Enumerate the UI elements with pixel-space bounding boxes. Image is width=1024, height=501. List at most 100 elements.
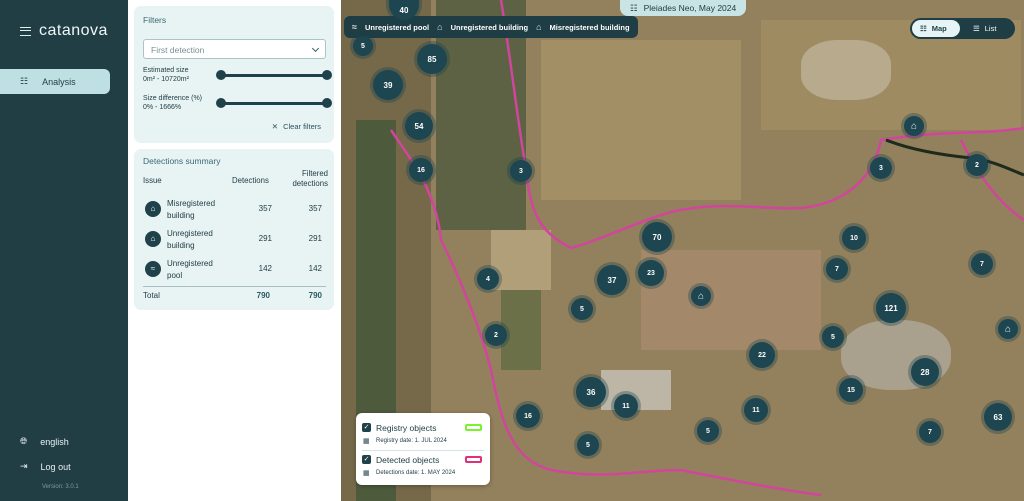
cluster-marker[interactable]: 5 — [353, 36, 373, 56]
total-label: Total — [143, 291, 160, 300]
globe-icon: 🌐︎ — [20, 436, 28, 446]
table-row[interactable]: ⌂ Unregistered building 291 291 — [143, 225, 326, 255]
cluster-marker[interactable]: 5 — [571, 298, 593, 320]
cluster-marker[interactable]: 7 — [826, 258, 848, 280]
map-view-label: Map — [931, 24, 947, 33]
view-toggle: ☷ Map ☰ List — [910, 18, 1015, 39]
cluster-marker[interactable]: 7 — [919, 421, 941, 443]
detected-label: Detected objects — [376, 455, 440, 465]
row-filtered: 357 — [308, 204, 322, 213]
cluster-marker[interactable]: 5 — [577, 434, 599, 456]
building-marker-icon[interactable]: ⌂ — [998, 319, 1018, 339]
cluster-marker[interactable]: 16 — [409, 158, 433, 182]
list-icon: ☰ — [973, 24, 980, 33]
menu-icon[interactable] — [20, 26, 31, 36]
cluster-marker[interactable]: 2 — [485, 324, 507, 346]
cluster-marker[interactable]: 2 — [966, 154, 988, 176]
legend-unregistered-building: Unregistered building — [450, 22, 529, 32]
calendar-icon: ▦ — [363, 470, 370, 477]
cluster-marker[interactable]: 54 — [405, 112, 433, 140]
language-label: english — [40, 436, 69, 447]
cluster-marker[interactable]: 5 — [697, 420, 719, 442]
imagery-source-pill: ☷ Pleiades Neo, May 2024 — [620, 0, 747, 16]
cluster-marker[interactable]: 4 — [477, 268, 499, 290]
col-filtered: Filtered detections — [292, 169, 328, 188]
col-detections: Detections — [232, 176, 269, 185]
brand: catanova — [20, 22, 108, 40]
cluster-marker[interactable]: 121 — [876, 293, 906, 323]
clear-filters-button[interactable]: ✕ Clear filters — [272, 122, 321, 131]
diff-slider-max-handle[interactable] — [322, 98, 332, 108]
row-detections: 357 — [258, 204, 272, 213]
row-detections: 142 — [258, 264, 272, 273]
cluster-marker[interactable]: 15 — [839, 378, 863, 402]
detection-select[interactable]: First detection — [143, 39, 326, 59]
registry-label: Registry objects — [376, 423, 437, 433]
legend-pool: Unregistered pool — [364, 22, 430, 32]
row-detections: 291 — [258, 234, 272, 243]
building-marker-icon[interactable]: ⌂ — [691, 286, 711, 306]
imagery-source-label: Pleiades Neo, May 2024 — [643, 3, 737, 13]
filters-card: Filters First detection Estimated size 0m… — [134, 6, 334, 143]
cluster-marker[interactable]: 11 — [614, 394, 638, 418]
cluster-marker[interactable]: 3 — [870, 157, 892, 179]
cluster-marker[interactable]: 7 — [971, 253, 993, 275]
summary-card: Detections summary Issue Detections Filt… — [134, 149, 334, 310]
building-icon: ⌂ — [536, 22, 542, 32]
diff-slider[interactable] — [216, 98, 332, 108]
cluster-marker[interactable]: 3 — [510, 160, 532, 182]
row-issue: Unregistered pool — [167, 259, 213, 280]
close-icon: ✕ — [271, 122, 279, 131]
clear-filters-label: Clear filters — [283, 122, 321, 131]
size-label: Estimated size 0m² - 10720m² — [143, 67, 189, 83]
table-row[interactable]: ≈ Unregistered pool 142 142 — [143, 255, 326, 285]
version-text: Version: 3.0.1 — [42, 484, 79, 490]
cluster-marker[interactable]: 23 — [638, 260, 664, 286]
cluster-marker[interactable]: 85 — [417, 44, 447, 74]
cluster-marker[interactable]: 36 — [576, 377, 606, 407]
map-view-button[interactable]: ☷ Map — [912, 20, 960, 37]
row-filtered: 291 — [308, 234, 322, 243]
cluster-marker[interactable]: 5 — [822, 326, 844, 348]
row-issue: Unregistered building — [167, 229, 213, 250]
cluster-marker[interactable]: 16 — [516, 404, 540, 428]
detected-checkbox[interactable]: ✓ — [362, 455, 371, 464]
diff-range: 0% - 1666% — [143, 104, 182, 111]
total-row: Total 790 790 — [143, 286, 326, 300]
size-slider-max-handle[interactable] — [322, 70, 332, 80]
cluster-marker[interactable]: 10 — [842, 226, 866, 250]
logout-label: Log out — [40, 461, 71, 472]
cluster-marker[interactable]: 22 — [749, 342, 775, 368]
misregistered-building-icon: ⌂ — [145, 201, 161, 217]
diff-slider-min-handle[interactable] — [216, 98, 226, 108]
sidebar: catanova ☷ Analysis 🌐︎ english ⇥ Log out… — [0, 0, 128, 501]
size-slider-min-handle[interactable] — [216, 70, 226, 80]
list-view-button[interactable]: ☰ List — [965, 20, 1013, 37]
row-filtered: 142 — [308, 264, 322, 273]
total-detections: 790 — [256, 291, 270, 300]
row-issue: Misregistered building — [167, 199, 216, 220]
chevron-down-icon — [311, 44, 320, 53]
nav-item-analysis[interactable]: ☷ Analysis — [0, 69, 110, 94]
list-view-label: List — [984, 24, 997, 33]
cluster-marker[interactable]: 28 — [911, 358, 939, 386]
logout-button[interactable]: ⇥ Log out — [20, 461, 71, 472]
diff-label: Size difference (%) 0% - 1666% — [143, 95, 203, 111]
cluster-marker[interactable]: 39 — [373, 70, 403, 100]
filter-panel: Filters First detection Estimated size 0m… — [128, 0, 341, 501]
cluster-marker[interactable]: 11 — [744, 398, 768, 422]
map-icon: ☷ — [630, 2, 638, 13]
map-book-icon: ☷ — [20, 76, 29, 86]
detection-select-value: First detection — [151, 45, 205, 55]
table-row[interactable]: ⌂ Misregistered building 357 357 — [143, 195, 326, 225]
language-selector[interactable]: 🌐︎ english — [20, 436, 69, 447]
registry-checkbox[interactable]: ✓ — [362, 423, 371, 432]
building-marker-icon[interactable]: ⌂ — [904, 116, 924, 136]
cluster-marker[interactable]: 70 — [642, 222, 672, 252]
cluster-marker[interactable]: 37 — [597, 265, 627, 295]
size-slider[interactable] — [216, 70, 332, 80]
building-icon: ⌂ — [437, 22, 443, 32]
satellite-map[interactable]: ☷ Pleiades Neo, May 2024 ≈ Unregistered p… — [341, 0, 1024, 501]
legend-misregistered-building: Misregistered building — [549, 22, 630, 32]
cluster-marker[interactable]: 63 — [984, 403, 1012, 431]
